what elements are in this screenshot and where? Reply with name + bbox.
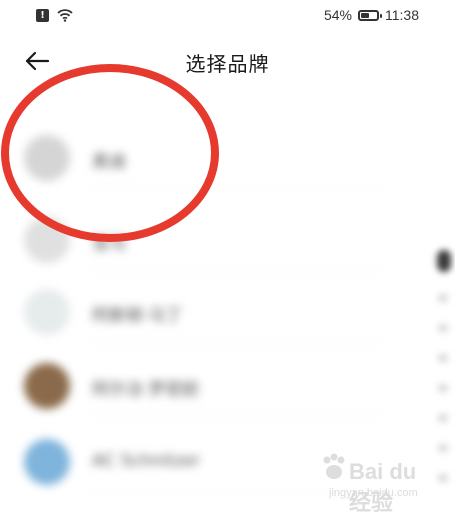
brand-name: 宝马: [92, 234, 126, 254]
brand-name: AC Schnitzer: [92, 451, 201, 471]
baidu-jingyan-watermark: Bai du 经验 jingyan.baidu.com: [319, 449, 429, 513]
index-letter[interactable]: [438, 384, 448, 392]
brand-name: 奥迪: [92, 152, 126, 172]
brand-picker-screen: ! 54% 11:38 选择品牌 奥迪宝马阿斯顿·马丁 阿尔法·罗密欧 AC Sch…: [0, 0, 455, 513]
brand-logo: [24, 135, 70, 181]
row-divider: [92, 341, 380, 342]
status-icons-right: 54% 11:38: [324, 7, 419, 23]
index-letter[interactable]: [438, 414, 448, 422]
brand-list-item[interactable]: 奥迪: [0, 128, 420, 188]
wifi-icon: [57, 9, 73, 22]
brand-list-item[interactable]: 阿斯顿·马丁: [0, 282, 420, 342]
index-current-marker: [437, 250, 451, 272]
row-divider: [92, 187, 380, 188]
brand-list-item[interactable]: 阿尔法·罗密欧: [0, 356, 420, 416]
battery-icon: [358, 9, 382, 21]
brand-name: 阿斯顿·马丁: [92, 306, 183, 326]
status-bar: ! 54% 11:38: [0, 0, 455, 34]
clock: 11:38: [385, 7, 419, 23]
battery-fill: [361, 12, 370, 18]
alphabet-index-bar[interactable]: [431, 250, 451, 510]
index-letter[interactable]: [438, 294, 448, 302]
index-letter[interactable]: [438, 354, 448, 362]
index-letter[interactable]: [438, 444, 448, 452]
brand-logo: [24, 289, 70, 335]
brand-name: 阿尔法·罗密欧: [92, 380, 200, 400]
index-letter[interactable]: [438, 474, 448, 482]
watermark-url: jingyan.baidu.com: [329, 487, 418, 499]
status-icons-left: !: [36, 9, 73, 22]
brand-logo: [24, 439, 70, 485]
row-divider: [92, 415, 380, 416]
top-nav-bar: 选择品牌: [0, 38, 455, 84]
brand-list-item[interactable]: 宝马: [0, 210, 420, 270]
brand-logo: [24, 363, 70, 409]
page-title: 选择品牌: [185, 52, 270, 76]
brand-logo: [24, 217, 70, 263]
alert-badge-icon: !: [36, 9, 49, 22]
row-divider: [92, 269, 380, 270]
index-letter[interactable]: [438, 324, 448, 332]
paw-logo-icon: [323, 453, 345, 479]
watermark-logo-text: Bai du 经验: [349, 459, 417, 513]
battery-percent: 54%: [323, 7, 352, 23]
